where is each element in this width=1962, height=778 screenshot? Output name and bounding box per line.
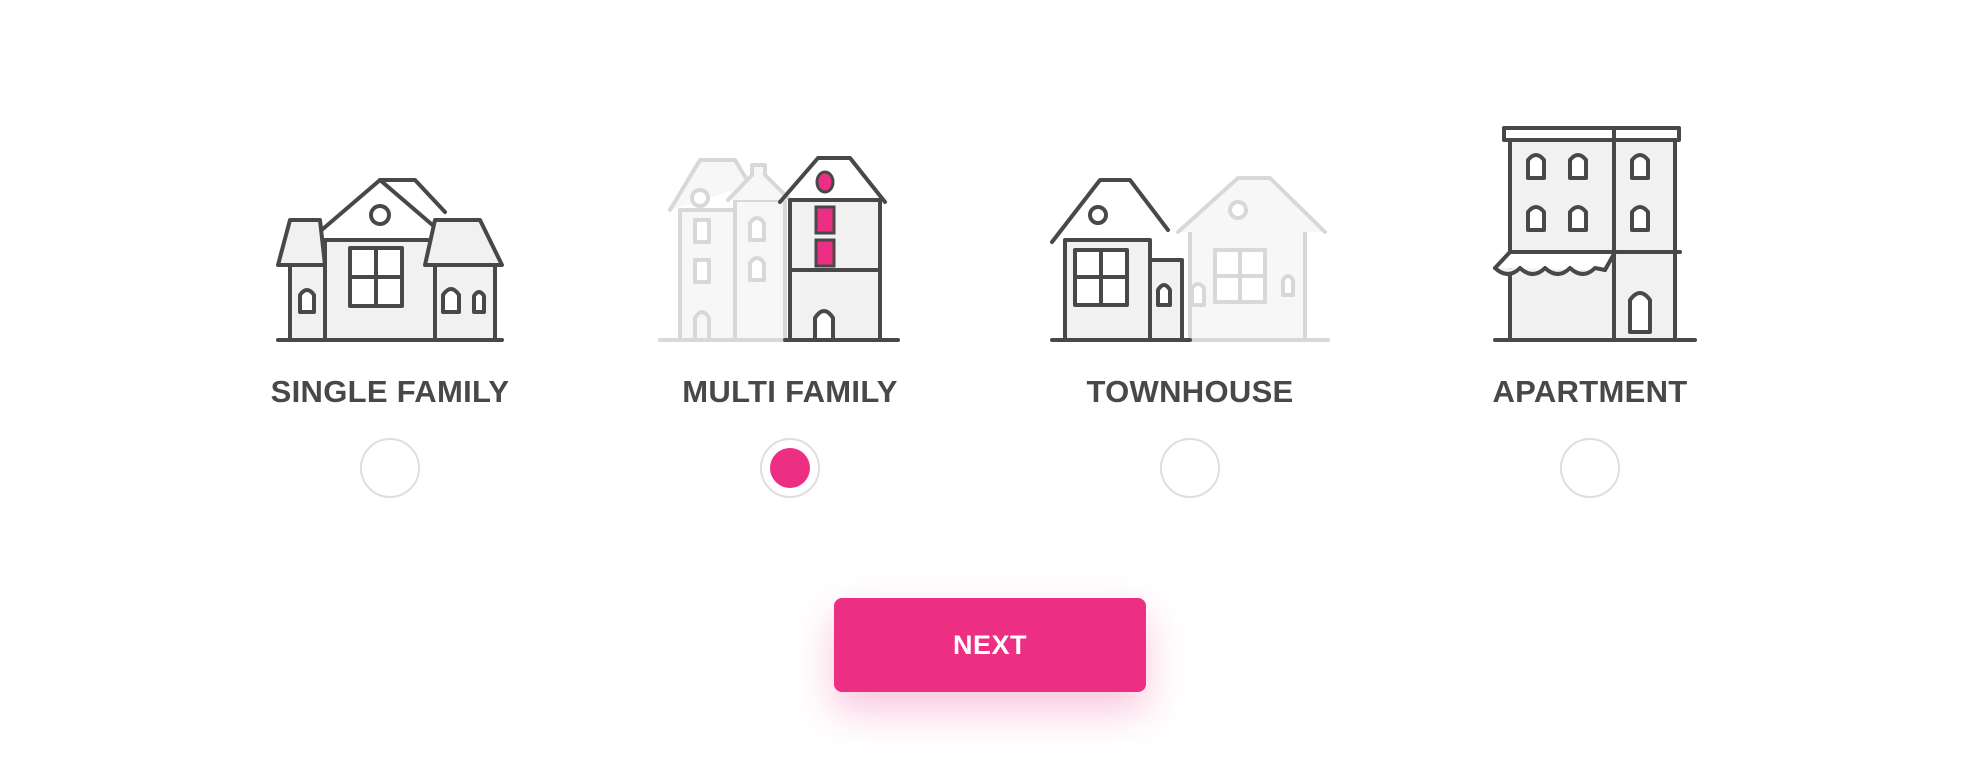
radio-dot bbox=[770, 448, 810, 488]
option-label: TOWNHOUSE bbox=[1086, 374, 1294, 409]
radio-townhouse[interactable] bbox=[1160, 438, 1220, 498]
apartment-building-icon bbox=[1493, 126, 1697, 342]
single-family-house-icon bbox=[276, 178, 504, 342]
option-townhouse[interactable]: TOWNHOUSE bbox=[1040, 120, 1340, 540]
radio-apartment[interactable] bbox=[1560, 438, 1620, 498]
option-label: MULTI FAMILY bbox=[682, 374, 898, 409]
radio-multi-family[interactable] bbox=[760, 438, 820, 498]
radio-single-family[interactable] bbox=[360, 438, 420, 498]
next-button[interactable]: NEXT bbox=[834, 598, 1146, 692]
option-multi-family[interactable]: MULTI FAMILY bbox=[640, 120, 940, 540]
option-label: APARTMENT bbox=[1492, 374, 1688, 409]
option-single-family[interactable]: SINGLE FAMILY bbox=[240, 120, 540, 540]
option-apartment[interactable]: APARTMENT bbox=[1440, 120, 1740, 540]
option-label: SINGLE FAMILY bbox=[270, 374, 510, 409]
multi-family-house-icon bbox=[658, 156, 900, 342]
townhouse-icon bbox=[1050, 176, 1330, 342]
